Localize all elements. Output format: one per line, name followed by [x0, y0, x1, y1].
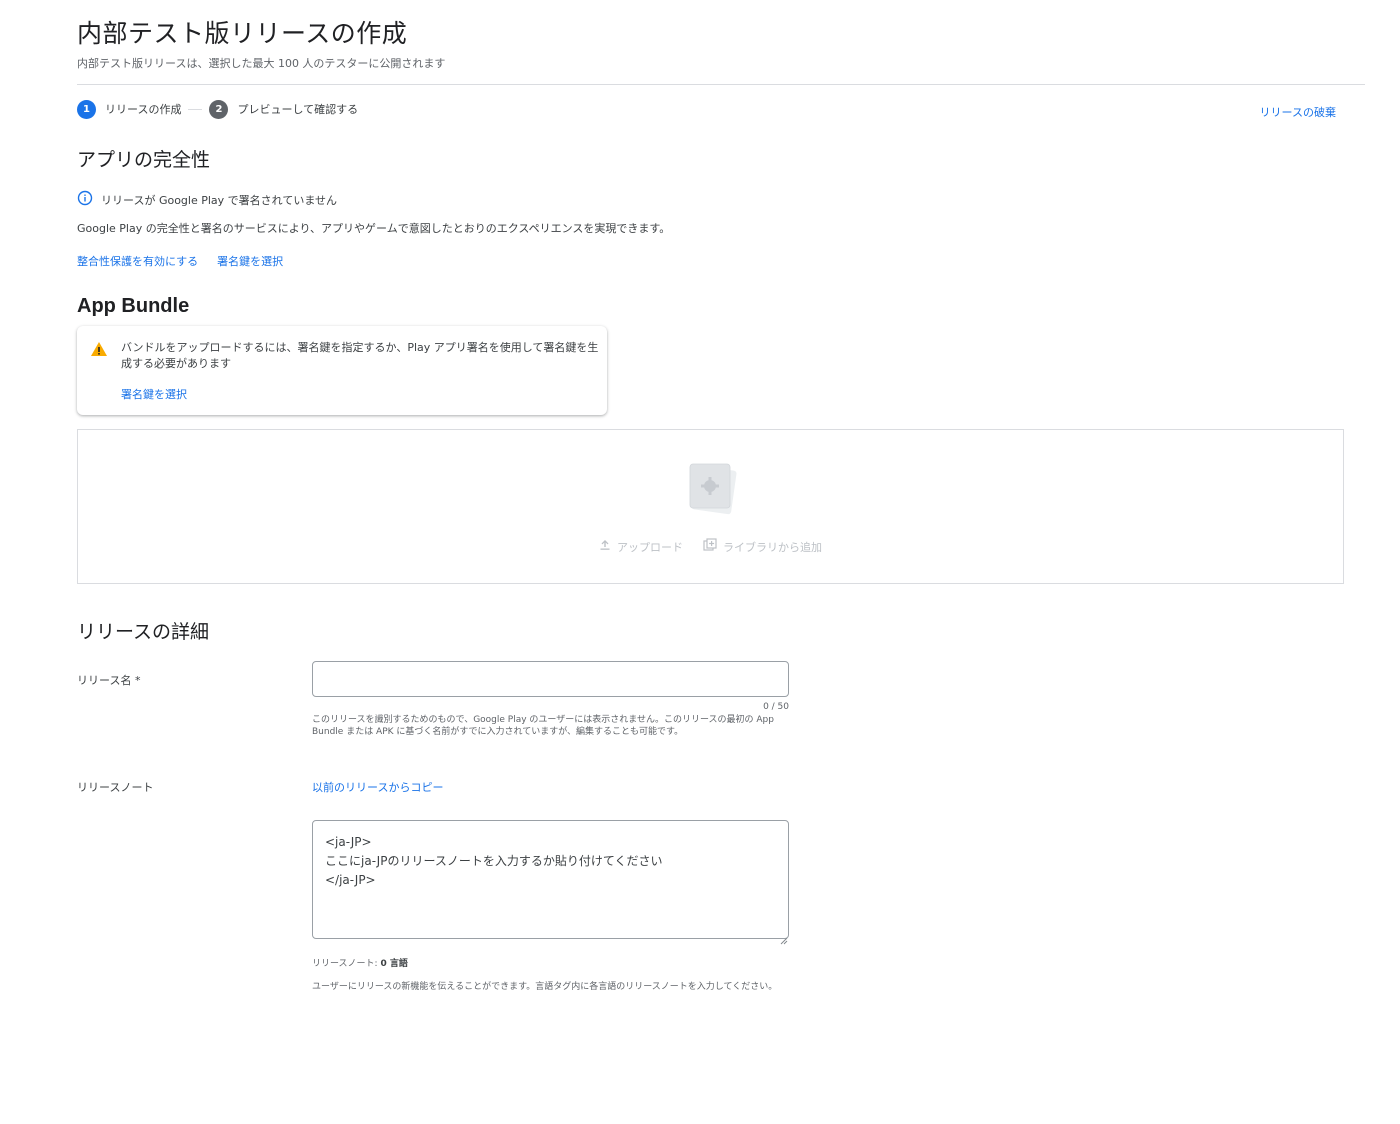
- integrity-description: Google Play の完全性と署名のサービスにより、アプリやゲームで意図した…: [77, 222, 671, 235]
- bundle-placeholder-icon: [686, 460, 738, 520]
- signing-warning-card: バンドルをアップロードするには、署名鍵を指定するか、Play アプリ署名を使用し…: [77, 326, 607, 415]
- release-notes-textarea[interactable]: [312, 820, 789, 939]
- release-notes-helper: ユーザーにリリースの新機能を伝えることができます。言語タグ内に各言語のリリースノ…: [312, 982, 778, 992]
- notes-count-value: 0 言語: [380, 959, 408, 969]
- warning-text: バンドルをアップロードするには、署名鍵を指定するか、Play アプリ署名を使用し…: [121, 341, 599, 370]
- notes-count-prefix: リリースノート:: [312, 959, 381, 969]
- warning-icon: [90, 341, 108, 361]
- release-name-helper: このリリースを識別するためのもので、Google Play のユーザーには表示さ…: [312, 715, 774, 737]
- enable-integrity-link[interactable]: 整合性保護を有効にする: [77, 253, 198, 269]
- step-1-label: リリースの作成: [105, 103, 182, 116]
- header-divider: [77, 84, 1365, 85]
- page-subtitle: 内部テスト版リリースは、選択した最大 100 人のテスターに公開されます: [77, 57, 446, 70]
- upload-label: アップロード: [617, 540, 683, 554]
- integrity-status-text: リリースが Google Play で署名されていません: [101, 194, 338, 207]
- step-2-label: プレビューして確認する: [237, 103, 359, 116]
- step-separator: [188, 108, 203, 110]
- resize-handle-icon[interactable]: [780, 930, 788, 949]
- select-signing-key-link[interactable]: 署名鍵を選択: [217, 253, 283, 269]
- copy-from-previous-link[interactable]: 以前のリリースからコピー: [312, 779, 443, 795]
- step-2-number: 2: [209, 99, 229, 119]
- release-notes-label: リリースノート: [77, 781, 154, 794]
- app-bundle-heading: App Bundle: [77, 295, 190, 317]
- page-title: 内部テスト版リリースの作成: [77, 19, 408, 48]
- release-name-label: リリース名 *: [77, 674, 141, 687]
- integrity-heading: アプリの完全性: [77, 149, 211, 171]
- integrity-links: 整合性保護を有効にする 署名鍵を選択: [77, 253, 283, 269]
- release-name-counter: 0 / 50: [763, 702, 789, 712]
- release-details-heading: リリースの詳細: [77, 621, 210, 643]
- info-icon: [77, 190, 93, 210]
- add-from-library-button[interactable]: ライブラリから追加: [703, 538, 822, 555]
- integrity-status: リリースが Google Play で署名されていません: [77, 190, 337, 210]
- upload-button[interactable]: アップロード: [599, 538, 683, 555]
- library-add-icon: [703, 538, 717, 555]
- warning-select-key-link[interactable]: 署名鍵を選択: [121, 386, 187, 402]
- stepper: 1 リリースの作成 2 プレビューして確認する: [77, 99, 358, 119]
- discard-release-link[interactable]: リリースの破棄: [1260, 104, 1336, 120]
- upload-icon: [599, 539, 611, 554]
- release-name-input[interactable]: [312, 661, 789, 697]
- bundle-upload-dropzone[interactable]: アップロード ライブラリから追加: [77, 429, 1344, 584]
- release-notes-language-count: リリースノート: 0 言語: [312, 956, 408, 969]
- library-label: ライブラリから追加: [723, 540, 822, 554]
- step-1-number: 1: [77, 99, 96, 119]
